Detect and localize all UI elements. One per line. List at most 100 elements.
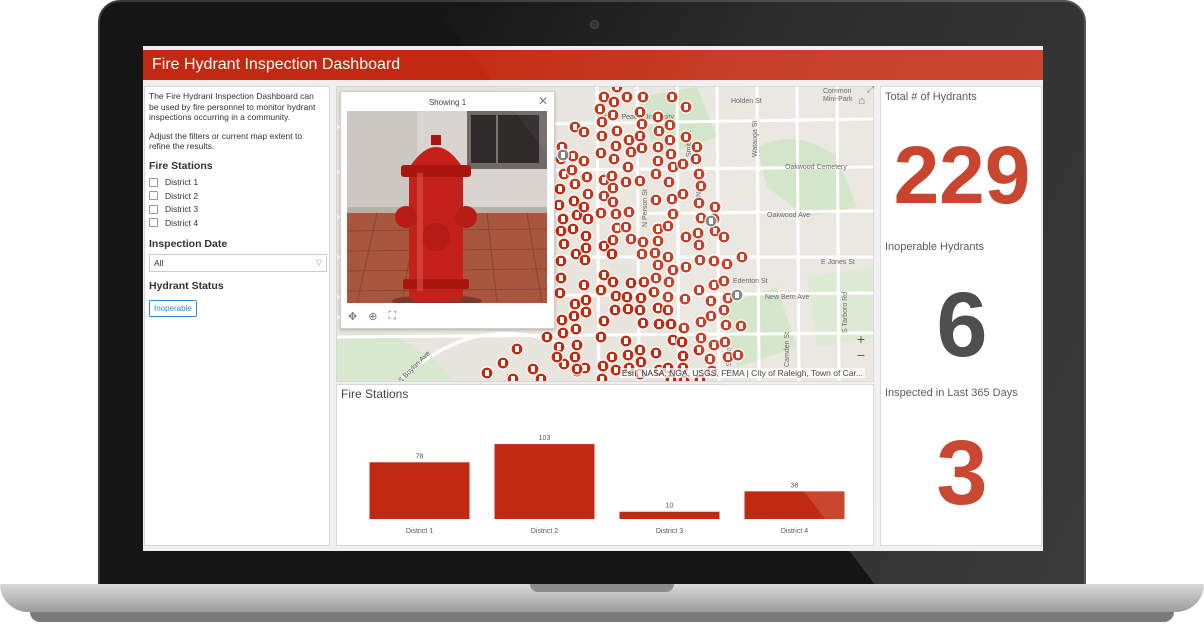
hydrant-glyph (667, 179, 671, 185)
laptop-notch (530, 584, 674, 592)
hydrant-glyph (626, 164, 630, 170)
inspected-label: Inspected in Last 365 Days (885, 387, 1018, 399)
inspection-date-select[interactable]: All ▽ (149, 253, 327, 272)
zoom-to-icon[interactable]: ⊕ (368, 310, 377, 323)
inoperable-filter-button[interactable]: Inoperable (149, 299, 197, 317)
bar-district-3[interactable] (619, 511, 720, 519)
checkbox-icon (149, 177, 158, 187)
filter-instructions: Adjust the filters or current map extent… (149, 130, 303, 152)
hydrant-glyph (657, 128, 661, 134)
hydrant-glyph (559, 258, 563, 264)
hydrant-glyph (722, 278, 726, 284)
hydrant-glyph (562, 171, 566, 177)
hydrant-glyph (574, 326, 578, 332)
hydrant-glyph (712, 282, 716, 288)
hydrant-glyph (557, 344, 561, 350)
hydrant-glyph (571, 226, 575, 232)
hydrant-glyph (582, 158, 586, 164)
street-label: Oakwood Ave (767, 212, 810, 219)
bar-value-label: 103 (539, 435, 551, 442)
hydrant-glyph (624, 179, 628, 185)
hydrant-glyph (671, 337, 675, 343)
hydrant-glyph (614, 293, 618, 299)
hydrant-glyph (583, 257, 587, 263)
hydrant-glyph (599, 287, 603, 293)
inoperable-hydrants-label: Inoperable Hydrants (885, 241, 985, 253)
hydrant-glyph (681, 353, 685, 359)
district-2-checkbox[interactable]: District 2 (149, 189, 325, 203)
fullscreen-icon[interactable]: ⤢ (867, 84, 874, 95)
hydrant-glyph (680, 339, 684, 345)
hydrant-glyph (699, 335, 703, 341)
bar-district-2[interactable] (494, 444, 595, 519)
hydrant-glyph (722, 307, 726, 313)
hydrant-glyph (642, 279, 646, 285)
hydrant-glyph (684, 234, 688, 240)
hydrant-glyph (615, 87, 619, 90)
dashboard-description: The Fire Hydrant Inspection Dashboard ca… (149, 91, 316, 122)
bar-district-4[interactable] (744, 491, 845, 519)
hydrant-glyph (656, 114, 660, 120)
category-tick-label: District 2 (531, 528, 558, 535)
hydrant-glyph (681, 161, 685, 167)
hydrant-glyph (557, 202, 561, 208)
hydrant-glyph (698, 257, 702, 263)
hydrant-glyph (629, 280, 633, 286)
hydrant-glyph (561, 330, 565, 336)
zoom-in-icon[interactable]: + (857, 331, 865, 347)
hydrant-glyph (724, 322, 728, 328)
pan-icon[interactable]: ✥ (348, 310, 357, 323)
hydrant-glyph (561, 216, 565, 222)
district-1-checkbox[interactable]: District 1 (149, 176, 325, 190)
hydrant-glyph (652, 289, 656, 295)
hydrant-glyph (666, 307, 670, 313)
hydrant-glyph (559, 228, 563, 234)
hydrant-glyph (611, 199, 615, 205)
hydrant-glyph (599, 150, 603, 156)
zoom-out-icon[interactable]: − (857, 347, 865, 363)
webcam (590, 20, 599, 29)
hydrant-glyph (584, 309, 588, 315)
hydrant-glyph (610, 251, 614, 257)
hydrant-glyph (629, 149, 633, 155)
close-icon[interactable]: ✕ (538, 94, 548, 108)
hydrant-glyph (657, 321, 661, 327)
district-label: District 1 (165, 177, 199, 188)
district-4-checkbox[interactable]: District 4 (149, 216, 325, 230)
home-icon[interactable]: ⌂ (858, 95, 865, 107)
hydrant-glyph (584, 233, 588, 239)
hydrant-glyph (545, 334, 549, 340)
hydrant-glyph (561, 152, 565, 158)
hydrant-glyph (726, 354, 730, 360)
map-view[interactable]: Holden St William Peace University Oakwo… (336, 86, 874, 382)
hydrant-glyph (602, 272, 606, 278)
district-3-checkbox[interactable]: District 3 (149, 203, 325, 217)
hydrant-glyph (531, 366, 535, 372)
expand-icon[interactable]: ⛶ (388, 310, 396, 323)
district-label: District 4 (165, 217, 199, 228)
fire-stations-heading: Fire Stations (149, 159, 213, 172)
street-label: Mini-Park (823, 96, 853, 103)
map-attribution: Esri, NASA, NGA, USGS, FEMA | City of Ra… (619, 368, 865, 378)
hydrant-glyph (582, 204, 586, 210)
category-tick-label: District 3 (656, 528, 683, 535)
hydrant-glyph (684, 104, 688, 110)
hydrant-glyph (639, 295, 643, 301)
hydrant-glyph (684, 134, 688, 140)
hydrant-glyph (739, 323, 743, 329)
app-title: Fire Hydrant Inspection Dashboard (152, 56, 401, 73)
hydrant-glyph (712, 258, 716, 264)
hydrant-glyph (640, 251, 644, 257)
street-label: Camden St (784, 332, 791, 367)
hydrant-glyph (614, 367, 618, 373)
hydrant-glyph (697, 200, 701, 206)
hydrant-glyph (625, 294, 629, 300)
hydrant-glyph (726, 295, 730, 301)
hydrant-glyph (615, 128, 619, 134)
bar-value-label: 10 (666, 503, 674, 510)
bar-district-1[interactable] (369, 462, 470, 519)
hydrant-glyph (713, 228, 717, 234)
hydrant-glyph (699, 183, 703, 189)
hydrant-glyph (610, 354, 614, 360)
street-label: Edenton St (733, 278, 768, 285)
